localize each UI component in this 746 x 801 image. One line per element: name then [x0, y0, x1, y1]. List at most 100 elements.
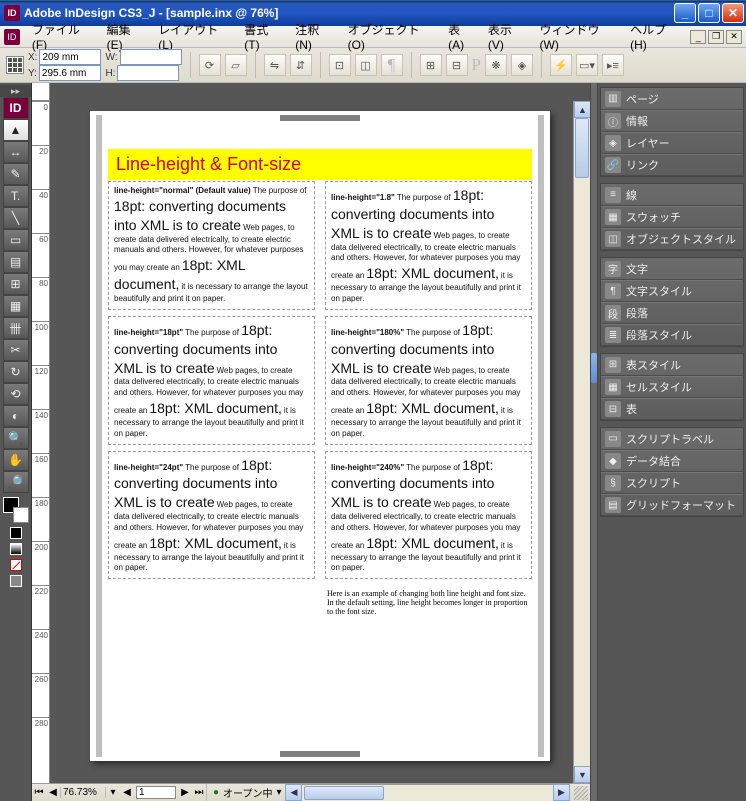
vscroll-thumb[interactable] — [575, 118, 589, 178]
pen-tool[interactable]: ✎ — [3, 163, 29, 185]
menu-help[interactable]: ヘルプ(H) — [624, 19, 688, 54]
text-frame[interactable]: line-height="240%" The purpose of 18pt: … — [325, 451, 532, 580]
canvas[interactable]: Line-height & Font-size line-height="nor… — [50, 101, 590, 783]
menu-table[interactable]: 表(A) — [442, 19, 482, 54]
page-first-button[interactable]: ⏮ — [32, 787, 46, 798]
menu-type[interactable]: 書式(T) — [238, 19, 289, 54]
vertical-ruler[interactable]: 020406080100120140160180200220240260280 — [32, 101, 50, 783]
vertical-scrollbar[interactable]: ▲ ▼ — [573, 101, 590, 783]
scissors-tool[interactable]: ✂ — [3, 339, 29, 361]
panel-tab[interactable]: ◫オブジェクトスタイル — [601, 228, 743, 250]
ruler-origin[interactable] — [32, 83, 50, 101]
selection-tool[interactable]: ▲ — [3, 119, 29, 141]
note-tool[interactable]: 🔍 — [3, 427, 29, 449]
reference-point-picker[interactable] — [6, 56, 24, 74]
grid-tool[interactable]: ⊞ — [3, 273, 29, 295]
mdi-minimize-button[interactable]: _ — [690, 30, 706, 44]
panel-tab[interactable]: ≣段落スタイル — [601, 324, 743, 346]
status-menu-button[interactable]: ▾ — [276, 787, 281, 798]
text-frame[interactable]: line-height="1.8" The purpose of 18pt: c… — [325, 181, 532, 310]
zoom-level[interactable]: 76.73% — [60, 787, 106, 798]
text-frame[interactable]: line-height="24pt" The purpose of 18pt: … — [108, 451, 315, 580]
apply-color-button[interactable] — [10, 527, 22, 539]
text-frame[interactable]: line-height="180%" The purpose of 18pt: … — [325, 316, 532, 445]
panel-tab[interactable]: ▥ページ — [601, 88, 743, 110]
measure-tool[interactable]: 卌 — [3, 317, 29, 339]
zoom-dropdown-button[interactable]: ▾ — [106, 787, 120, 798]
page-last-button[interactable]: ⏭ — [192, 787, 206, 798]
page-number-input[interactable] — [136, 786, 176, 799]
page-next-button[interactable]: ▶ — [178, 787, 192, 798]
h-input[interactable] — [117, 65, 179, 81]
rectangle-frame-tool[interactable]: ▭ — [3, 229, 29, 251]
select-container-button[interactable]: ◫ — [355, 54, 377, 76]
scroll-left-button[interactable]: ◀ — [285, 784, 302, 801]
textwrap-button[interactable]: ❋ — [485, 54, 507, 76]
panel-tab[interactable]: 段段落 — [601, 302, 743, 324]
direct-selection-tool[interactable]: ↔ — [3, 141, 29, 163]
panel-tab[interactable]: ⊟表 — [601, 398, 743, 420]
scroll-down-button[interactable]: ▼ — [574, 766, 590, 783]
corner-button[interactable]: ◈ — [511, 54, 533, 76]
maximize-button[interactable]: □ — [698, 3, 720, 23]
rectangle-tool[interactable]: ▤ — [3, 251, 29, 273]
flip-v-button[interactable]: ⇵ — [290, 54, 312, 76]
panel-tab[interactable]: ¶文字スタイル — [601, 280, 743, 302]
gradient-tool[interactable]: ◐ — [3, 405, 29, 427]
zoom-tool[interactable]: 🔎 — [3, 471, 29, 493]
x-input[interactable] — [39, 49, 101, 65]
line-tool[interactable]: ╲ — [3, 207, 29, 229]
scroll-right-button[interactable]: ▶ — [553, 784, 570, 801]
quick-apply-button[interactable]: ⚡ — [550, 54, 572, 76]
paragraph-style-button[interactable]: ¶ — [381, 54, 403, 76]
text-frame[interactable]: line-height="normal" (Default value) The… — [108, 181, 315, 310]
tools-collapse-button[interactable]: ▸▸ — [0, 85, 31, 97]
panel-tab[interactable]: §スクリプト — [601, 472, 743, 494]
panel-tab[interactable]: ▦セルスタイル — [601, 376, 743, 398]
panel-tab[interactable]: 🔗リンク — [601, 154, 743, 176]
fit-frame-button[interactable]: ⊟ — [446, 54, 468, 76]
select-content-button[interactable]: ⊡ — [329, 54, 351, 76]
type-tool[interactable]: T. — [3, 185, 29, 207]
shear-button[interactable]: ▱ — [225, 54, 247, 76]
resize-handle[interactable] — [574, 786, 588, 800]
mdi-close-button[interactable]: ✕ — [726, 30, 742, 44]
panel-tab[interactable]: ◈レイヤー — [601, 132, 743, 154]
apply-none-button[interactable] — [10, 559, 22, 571]
transform-tool[interactable]: ⟲ — [3, 383, 29, 405]
fill-stroke-swatches[interactable] — [3, 497, 29, 523]
w-input[interactable] — [120, 49, 182, 65]
flip-h-button[interactable]: ⇋ — [264, 54, 286, 76]
panel-tab[interactable]: ◆データ結合 — [601, 450, 743, 472]
panel-tab[interactable]: ≡線 — [601, 184, 743, 206]
y-input[interactable] — [39, 65, 101, 81]
mdi-restore-button[interactable]: ❐ — [708, 30, 724, 44]
panel-tab[interactable]: ▤グリッドフォーマット — [601, 494, 743, 516]
page-prev-button[interactable]: ◀ — [46, 787, 60, 798]
panel-tab[interactable]: ⓘ情報 — [601, 110, 743, 132]
menu-object[interactable]: オブジェクト(O) — [342, 19, 443, 54]
panel-tab[interactable]: 字文字 — [601, 258, 743, 280]
rotate-tool[interactable]: ↻ — [3, 361, 29, 383]
grid2-tool[interactable]: ▦ — [3, 295, 29, 317]
view-mode-button[interactable] — [10, 575, 22, 587]
apply-gradient-button[interactable] — [10, 543, 22, 555]
menu-window[interactable]: ウィンドウ(W) — [534, 19, 625, 54]
menu-view[interactable]: 表示(V) — [482, 19, 534, 54]
panel-menu-button[interactable]: ▸≡ — [602, 54, 624, 76]
panel-tab[interactable]: ▦スウォッチ — [601, 206, 743, 228]
fit-content-button[interactable]: ⊞ — [420, 54, 442, 76]
screen-mode-button[interactable]: ▭▾ — [576, 54, 598, 76]
text-frame[interactable]: line-height="18pt" The purpose of 18pt: … — [108, 316, 315, 445]
scroll-up-button[interactable]: ▲ — [574, 101, 590, 118]
menu-notes[interactable]: 注釈(N) — [289, 19, 341, 54]
page-prev2-button[interactable]: ◀ — [120, 787, 134, 798]
panel-tab[interactable]: ▭スクリプトラベル — [601, 428, 743, 450]
close-button[interactable]: ✕ — [722, 3, 744, 23]
horizontal-scrollbar[interactable]: ◀ ▶ — [285, 784, 570, 801]
dock-resize-edge[interactable] — [590, 83, 598, 801]
rotate-button[interactable]: ⟳ — [199, 54, 221, 76]
panel-tab[interactable]: ⊞表スタイル — [601, 354, 743, 376]
hand-tool[interactable]: ✋ — [3, 449, 29, 471]
hscroll-thumb[interactable] — [304, 786, 384, 800]
